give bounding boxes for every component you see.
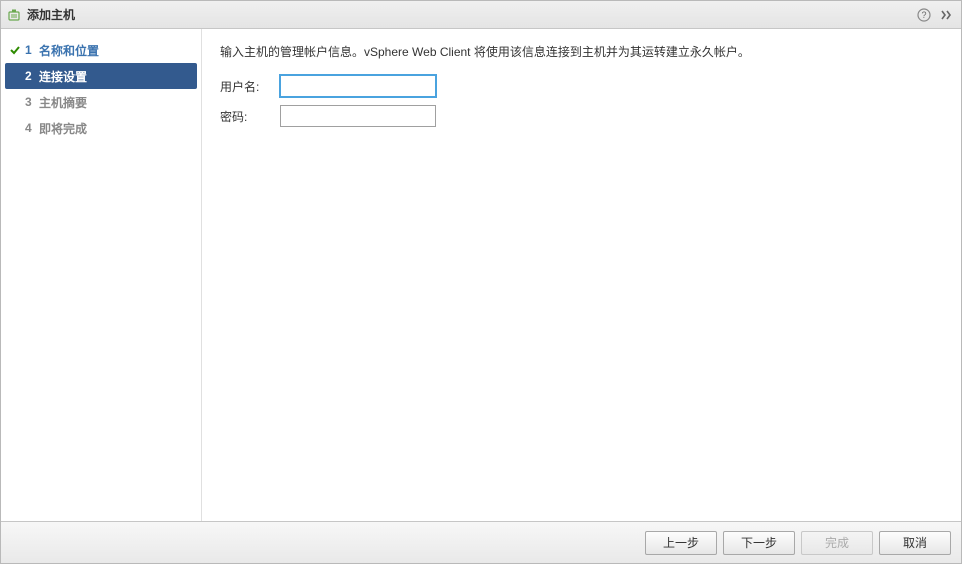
button-bar: 上一步 下一步 完成 取消 [1, 521, 961, 563]
add-host-wizard: 添加主机 ? 1 名称和位置 [0, 0, 962, 564]
step-label: 名称和位置 [39, 42, 99, 59]
step-number: 4 [25, 121, 39, 135]
step-label: 即将完成 [39, 120, 87, 137]
next-button[interactable]: 下一步 [723, 531, 795, 555]
step-label: 连接设置 [39, 68, 87, 85]
cancel-button[interactable]: 取消 [879, 531, 951, 555]
help-icon[interactable]: ? [915, 6, 933, 24]
step-ready-complete: 4 即将完成 [1, 115, 201, 141]
step-connection-settings: 2 连接设置 [5, 63, 197, 89]
step-name-location[interactable]: 1 名称和位置 [1, 37, 201, 63]
username-label: 用户名: [220, 78, 280, 95]
password-row: 密码: [220, 105, 943, 127]
content-panel: 输入主机的管理帐户信息。vSphere Web Client 将使用该信息连接到… [201, 29, 961, 521]
step-host-summary: 3 主机摘要 [1, 89, 201, 115]
dialog-title: 添加主机 [27, 6, 911, 23]
back-button[interactable]: 上一步 [645, 531, 717, 555]
check-icon [9, 44, 25, 56]
steps-sidebar: 1 名称和位置 2 连接设置 3 主机摘要 4 即将完成 [1, 29, 201, 521]
password-label: 密码: [220, 108, 280, 125]
instruction-text: 输入主机的管理帐户信息。vSphere Web Client 将使用该信息连接到… [220, 43, 943, 61]
host-icon [7, 8, 21, 22]
step-number: 1 [25, 43, 39, 57]
step-label: 主机摘要 [39, 94, 87, 111]
finish-button[interactable]: 完成 [801, 531, 873, 555]
collapse-icon[interactable] [937, 6, 955, 24]
username-row: 用户名: [220, 75, 943, 97]
svg-text:?: ? [921, 10, 926, 20]
titlebar: 添加主机 ? [1, 1, 961, 29]
wizard-body: 1 名称和位置 2 连接设置 3 主机摘要 4 即将完成 输入主机的管理帐户信息… [1, 29, 961, 521]
username-input[interactable] [280, 75, 436, 97]
step-number: 2 [25, 69, 39, 83]
step-number: 3 [25, 95, 39, 109]
password-input[interactable] [280, 105, 436, 127]
